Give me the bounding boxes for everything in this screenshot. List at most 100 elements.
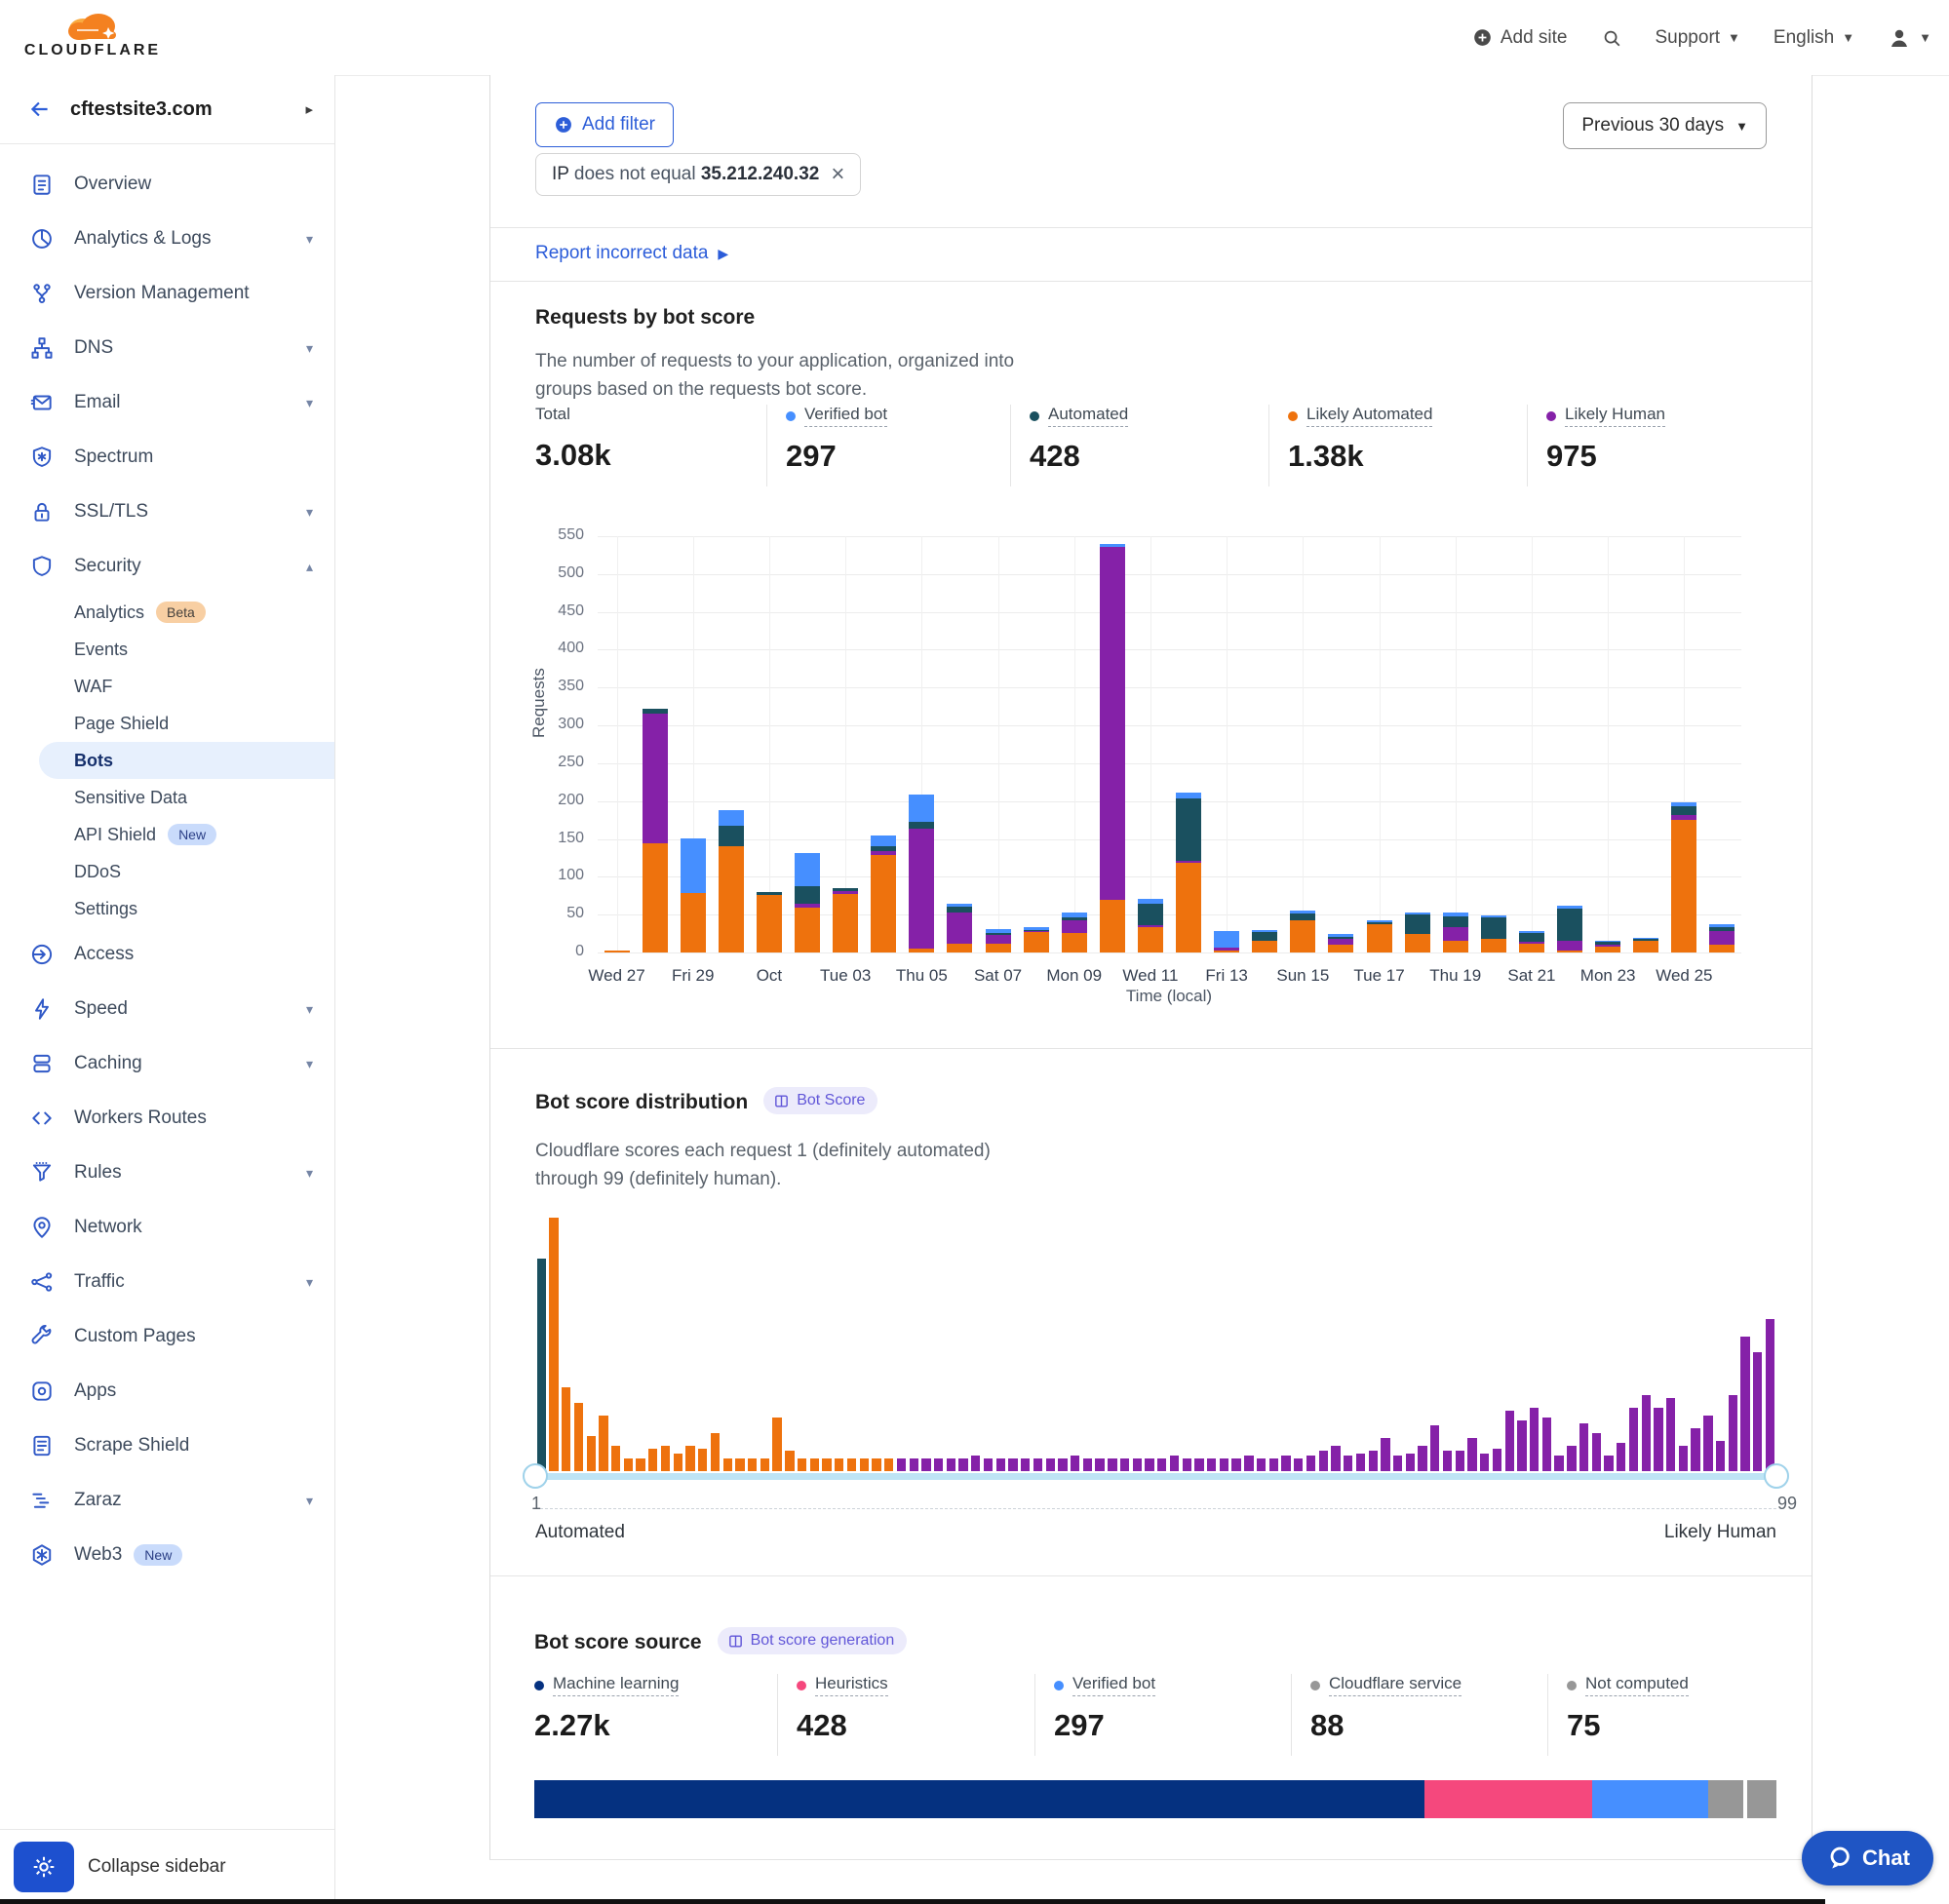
histogram-bar-score-90: [1642, 1395, 1651, 1471]
main-content: Add filter IP does not equal 35.212.240.…: [489, 75, 1813, 1860]
stat-label[interactable]: Likely Human: [1565, 405, 1665, 427]
histogram-bar-score-91: [1654, 1408, 1662, 1471]
chat-button[interactable]: Chat: [1802, 1831, 1933, 1885]
sidebar-item-zaraz[interactable]: Zaraz▾: [0, 1473, 334, 1528]
sidebar-item-traffic[interactable]: Traffic▾: [0, 1255, 334, 1309]
sidebar-subitem-waf[interactable]: WAF: [0, 668, 334, 705]
chevron-down-icon: ▾: [306, 1165, 313, 1182]
sidebar-subitem-page-shield[interactable]: Page Shield: [0, 705, 334, 742]
active-filter-chip: IP does not equal 35.212.240.32 ×: [535, 153, 861, 196]
cloudflare-logo[interactable]: CLOUDFLARE: [19, 8, 166, 59]
segment-automated: [1328, 937, 1353, 939]
sidebar-subitem-events[interactable]: Events: [0, 631, 334, 668]
dns-icon: [29, 335, 55, 361]
histogram-bar-score-92: [1666, 1398, 1675, 1471]
sidebar-item-security[interactable]: Security▴: [0, 539, 334, 594]
stat-label[interactable]: Likely Automated: [1306, 405, 1432, 427]
segment-likely-automated: [1024, 932, 1049, 952]
sidebar-item-custom-pages[interactable]: Custom Pages: [0, 1309, 334, 1364]
bot-score-generation-badge[interactable]: Bot score generation: [718, 1627, 908, 1654]
sidebar-subitem-sensitive-data[interactable]: Sensitive Data: [0, 779, 334, 816]
stat-label[interactable]: Automated: [1048, 405, 1128, 427]
stat-verified-bot: Verified bot297: [786, 405, 887, 474]
sidebar-item-web3[interactable]: Web3New: [0, 1528, 334, 1582]
sidebar-subitem-bots[interactable]: Bots: [39, 742, 334, 779]
stat-label[interactable]: Verified bot: [1072, 1674, 1155, 1696]
language-menu[interactable]: English ▼: [1774, 27, 1854, 49]
sidebar-item-scrape-shield[interactable]: Scrape Shield: [0, 1418, 334, 1473]
bot-score-badge[interactable]: Bot Score: [763, 1087, 877, 1114]
sidebar-item-version-management[interactable]: Version Management: [0, 266, 334, 321]
sidebar-item-email[interactable]: Email▾: [0, 375, 334, 430]
stacked-bar-sun-15: [1290, 536, 1315, 952]
remove-filter-icon[interactable]: ×: [831, 163, 844, 186]
histogram-bar-score-6: [599, 1416, 607, 1471]
sidebar-item-rules[interactable]: Rules ▾: [0, 1146, 334, 1200]
verified-bot-dot: [786, 411, 796, 421]
slider-handle-max[interactable]: [1764, 1463, 1789, 1489]
stat-label[interactable]: Verified bot: [804, 405, 887, 427]
sidebar-item-overview[interactable]: Overview: [0, 157, 334, 212]
sidebar-item-speed[interactable]: Speed▾: [0, 982, 334, 1036]
sidebar-item-caching[interactable]: Caching▾: [0, 1036, 334, 1091]
stat-value: 428: [1030, 439, 1128, 474]
slider-handle-min[interactable]: [523, 1463, 548, 1489]
x-tick-label: Tue 03: [801, 966, 889, 986]
stat-label[interactable]: Cloudflare service: [1329, 1674, 1462, 1696]
account-menu[interactable]: ▼: [1888, 26, 1931, 50]
histogram-bar-score-43: [1058, 1458, 1067, 1471]
x-tick-label: Wed 27: [573, 966, 661, 986]
sidebar-item-spectrum[interactable]: Spectrum: [0, 430, 334, 485]
sidebar-subitem-api-shield[interactable]: API ShieldNew: [0, 816, 334, 853]
histogram-bar-score-97: [1729, 1395, 1737, 1471]
sidebar-item-access[interactable]: Access: [0, 927, 334, 982]
scrape-shield-icon: [29, 1433, 55, 1458]
score-range-slider-track[interactable]: [535, 1473, 1776, 1480]
collapse-sidebar-button[interactable]: Collapse sidebar: [88, 1856, 226, 1878]
sidebar-item-analytics-logs[interactable]: Analytics & Logs▾: [0, 212, 334, 266]
sidebar-subitem-ddos[interactable]: DDoS: [0, 853, 334, 890]
stat-label[interactable]: Machine learning: [553, 1674, 679, 1696]
cloudflare-service-dot: [1310, 1681, 1320, 1690]
sidebar-item-label: Access: [74, 944, 134, 965]
sidebar-subitem-analytics[interactable]: AnalyticsBeta: [0, 594, 334, 631]
segment-verified-bot: [1024, 927, 1049, 929]
back-arrow-icon[interactable]: [27, 97, 53, 122]
sidebar-item-label: Rules: [74, 1162, 122, 1184]
sidebar-item-workers-routes[interactable]: Workers Routes: [0, 1091, 334, 1146]
sidebar-item-label: Spectrum: [74, 447, 153, 468]
source-section-title: Bot score source: [534, 1631, 702, 1654]
stacked-bar-thu-12: [1176, 536, 1201, 952]
support-menu[interactable]: Support ▼: [1656, 27, 1740, 49]
time-range-select[interactable]: Previous 30 days ▼: [1563, 102, 1767, 149]
stat-label[interactable]: Not computed: [1585, 1674, 1689, 1696]
sidebar-item-ssl-tls[interactable]: SSL/TLS▾: [0, 485, 334, 539]
report-incorrect-data-link[interactable]: Report incorrect data ▶: [535, 243, 728, 264]
histogram-bar-score-16: [723, 1458, 732, 1471]
sidebar-item-dns[interactable]: DNS▾: [0, 321, 334, 375]
segment-likely-automated: [681, 893, 706, 952]
search-button[interactable]: [1601, 27, 1622, 49]
site-expand-chevron-icon[interactable]: ▸: [305, 100, 313, 118]
segment-automated: [1405, 914, 1430, 933]
sidebar-item-apps[interactable]: Apps: [0, 1364, 334, 1418]
stat-not-computed: Not computed75: [1567, 1674, 1689, 1743]
add-site-button[interactable]: Add site: [1472, 27, 1568, 49]
segment-likely-automated: [1328, 945, 1353, 952]
stat-label[interactable]: Heuristics: [815, 1674, 888, 1696]
sidebar-subitem-settings[interactable]: Settings: [0, 890, 334, 927]
settings-gear-button[interactable]: [14, 1842, 74, 1892]
filter-field: IP: [552, 164, 569, 184]
segment-likely-human: [1671, 815, 1696, 820]
chevron-down-icon: ▾: [306, 1001, 313, 1018]
slider-min-value: 1: [531, 1494, 541, 1514]
histogram-bar-score-21: [785, 1451, 794, 1471]
source-segment-verified-bot: [1592, 1780, 1708, 1818]
y-tick-label: 350: [516, 678, 584, 695]
add-filter-button[interactable]: Add filter: [535, 102, 674, 147]
segment-likely-automated: [1100, 900, 1125, 952]
segment-likely-automated: [1176, 863, 1201, 952]
sidebar-item-network[interactable]: Network: [0, 1200, 334, 1255]
segment-automated: [1062, 917, 1087, 919]
stacked-bar-thu-05: [909, 536, 934, 952]
